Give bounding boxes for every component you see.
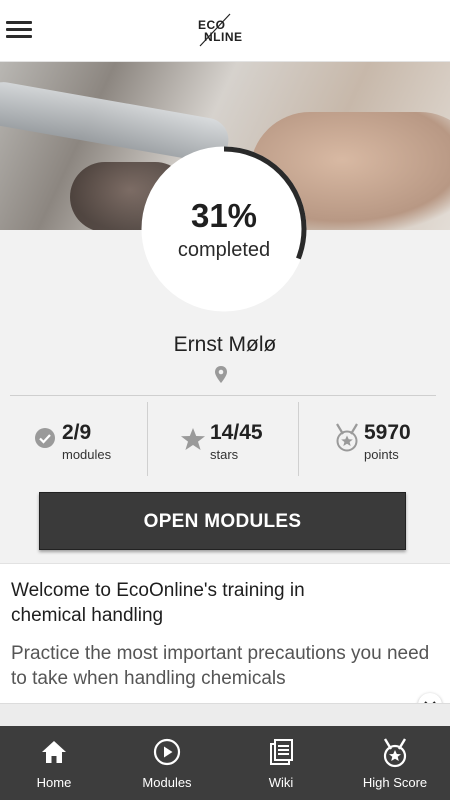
stat-points: 5970 points: [334, 401, 434, 471]
medal-icon: [381, 738, 409, 768]
hamburger-menu-icon[interactable]: [6, 19, 34, 41]
stat-divider: [147, 402, 148, 476]
logo-text-bottom: NLINE: [204, 30, 243, 44]
top-bar: ECO NLINE: [0, 0, 450, 62]
home-icon: [40, 738, 68, 766]
book-icon: [267, 738, 295, 766]
tab-high-score-label: High Score: [362, 775, 428, 790]
stat-divider: [298, 402, 299, 476]
medal-icon: [334, 423, 360, 458]
ecoonline-logo: ECO NLINE: [194, 12, 256, 50]
bottom-tab-bar: Home Modules Wiki High Score: [0, 726, 450, 800]
stat-modules-value: 2/9: [62, 421, 92, 444]
content-strip: [0, 703, 450, 726]
progress-percent: 31%: [190, 197, 258, 234]
stat-modules-label: modules: [62, 447, 112, 462]
stats-row: 2/9 modules 14/45 stars 5970 points: [10, 395, 436, 476]
tab-modules[interactable]: Modules: [112, 726, 222, 800]
stat-modules: 2/9 modules: [34, 401, 154, 471]
play-circle-icon: [153, 738, 181, 766]
stat-points-value: 5970: [364, 421, 411, 444]
progress-label: completed: [177, 239, 271, 261]
stat-stars-label: stars: [210, 447, 239, 462]
check-circle-icon: [34, 427, 56, 454]
tab-high-score[interactable]: High Score: [340, 726, 450, 800]
tab-modules-label: Modules: [142, 775, 192, 790]
star-icon: [180, 427, 206, 456]
tab-home[interactable]: Home: [0, 726, 108, 800]
welcome-card: Welcome to EcoOnline's training in chemi…: [0, 563, 450, 703]
welcome-body: Practice the most important precautions …: [11, 643, 430, 689]
user-name: Ernst Mølø: [173, 333, 277, 356]
stat-points-label: points: [364, 447, 399, 462]
tab-wiki-label: Wiki: [268, 775, 294, 790]
progress-circle: 31% completed: [140, 145, 308, 313]
tab-home-label: Home: [36, 775, 72, 790]
stat-stars: 14/45 stars: [180, 401, 300, 471]
stat-stars-value: 14/45: [210, 421, 263, 444]
welcome-title: Welcome to EcoOnline's training in chemi…: [11, 580, 305, 626]
open-modules-button[interactable]: OPEN MODULES: [39, 492, 406, 550]
location-pin-icon: [213, 365, 229, 385]
tab-wiki[interactable]: Wiki: [226, 726, 336, 800]
